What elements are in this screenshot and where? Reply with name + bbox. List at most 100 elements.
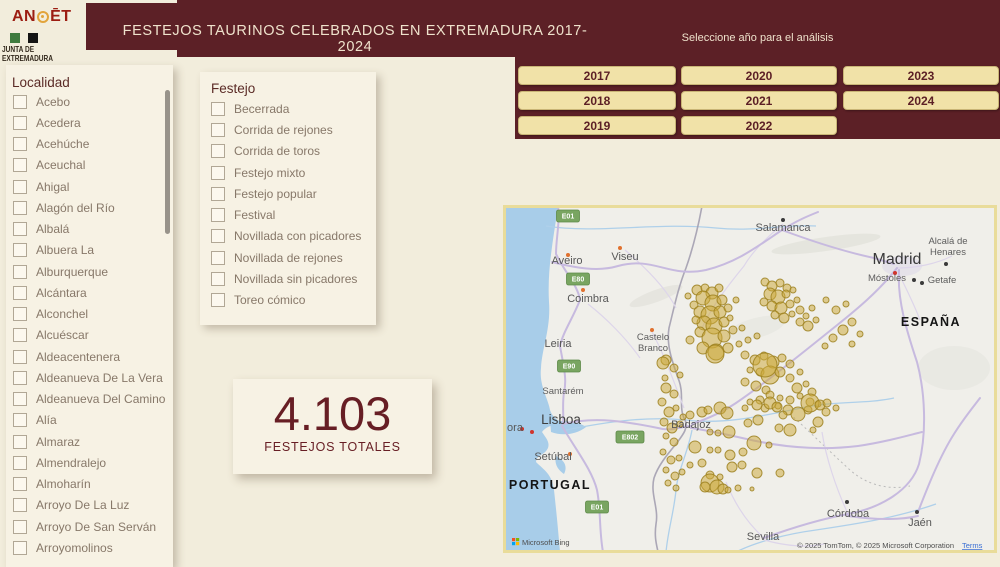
map-bubble[interactable]: [794, 297, 800, 303]
map-bubble[interactable]: [689, 441, 701, 453]
map-bubble[interactable]: [790, 287, 796, 293]
checkbox-icon[interactable]: [13, 541, 27, 555]
map-bubble[interactable]: [776, 469, 784, 477]
map-bubble[interactable]: [718, 330, 730, 342]
localidad-option[interactable]: Alcuéscar: [6, 325, 173, 346]
checkbox-icon[interactable]: [13, 201, 27, 215]
map-bubble[interactable]: [776, 279, 784, 287]
checkbox-icon[interactable]: [13, 95, 27, 109]
map-bubble[interactable]: [753, 353, 777, 377]
map-bubble[interactable]: [739, 448, 747, 456]
year-button-2024[interactable]: 2024: [843, 91, 999, 110]
festejo-option[interactable]: Festejo mixto: [200, 162, 376, 183]
map-bubble[interactable]: [744, 419, 752, 427]
map-bubble[interactable]: [823, 399, 831, 407]
map-bubble[interactable]: [707, 447, 713, 453]
map-bubble[interactable]: [686, 336, 694, 344]
map-bubble[interactable]: [789, 311, 795, 317]
map-bubble[interactable]: [843, 301, 849, 307]
localidad-option[interactable]: Acebo: [6, 91, 173, 112]
map-bubble[interactable]: [725, 487, 731, 493]
map[interactable]: E01E80E90E802E01 AveiroViseuCoimbraLeiri…: [503, 205, 997, 553]
festejo-option[interactable]: Toreo cómico: [200, 290, 376, 311]
map-bubble[interactable]: [706, 345, 724, 363]
localidad-option[interactable]: Aceuchal: [6, 155, 173, 176]
map-bubble[interactable]: [754, 333, 760, 339]
checkbox-icon[interactable]: [13, 435, 27, 449]
map-bubble[interactable]: [725, 450, 735, 460]
localidad-option[interactable]: Arroyomolinos: [6, 537, 173, 558]
festejo-option[interactable]: Novillada con picadores: [200, 226, 376, 247]
map-bubble[interactable]: [715, 430, 721, 436]
map-bubble[interactable]: [766, 442, 772, 448]
map-bubble[interactable]: [823, 297, 829, 303]
checkbox-icon[interactable]: [13, 477, 27, 491]
map-bubble[interactable]: [700, 482, 710, 492]
checkbox-icon[interactable]: [13, 413, 27, 427]
map-bubble[interactable]: [838, 325, 848, 335]
year-button-2021[interactable]: 2021: [681, 91, 837, 110]
map-bubble[interactable]: [715, 284, 723, 292]
map-bubble[interactable]: [739, 325, 745, 331]
map-bubble[interactable]: [717, 295, 727, 305]
map-bubble[interactable]: [803, 381, 809, 387]
checkbox-icon[interactable]: [211, 229, 225, 243]
checkbox-icon[interactable]: [211, 251, 225, 265]
map-bubble[interactable]: [809, 305, 815, 311]
checkbox-icon[interactable]: [13, 222, 27, 236]
checkbox-icon[interactable]: [211, 208, 225, 222]
map-bubble[interactable]: [796, 306, 804, 314]
map-bubble[interactable]: [698, 459, 706, 467]
localidad-option[interactable]: Alcántara: [6, 282, 173, 303]
map-bubble[interactable]: [727, 462, 737, 472]
checkbox-icon[interactable]: [211, 272, 225, 286]
map-bubble[interactable]: [849, 341, 855, 347]
map-bubble[interactable]: [813, 317, 819, 323]
checkbox-icon[interactable]: [13, 180, 27, 194]
map-bubble[interactable]: [735, 485, 741, 491]
map-bubble[interactable]: [729, 326, 737, 334]
map-bubble[interactable]: [753, 415, 763, 425]
checkbox-icon[interactable]: [13, 286, 27, 300]
localidad-option[interactable]: Alburquerque: [6, 261, 173, 282]
localidad-scrollbar[interactable]: [165, 90, 170, 234]
map-bubble[interactable]: [721, 407, 733, 419]
map-bubble[interactable]: [670, 364, 678, 372]
map-bubble[interactable]: [747, 436, 761, 450]
checkbox-icon[interactable]: [211, 102, 225, 116]
map-bubble[interactable]: [741, 378, 749, 386]
map-bubble[interactable]: [848, 318, 856, 326]
map-bubble[interactable]: [738, 461, 746, 469]
checkbox-icon[interactable]: [13, 116, 27, 130]
map-bubble[interactable]: [786, 360, 794, 368]
map-bubble[interactable]: [670, 390, 678, 398]
localidad-option[interactable]: Alagón del Río: [6, 197, 173, 218]
map-bubble[interactable]: [786, 300, 794, 308]
localidad-option[interactable]: Aldeanueva De La Vera: [6, 367, 173, 388]
localidad-option[interactable]: Alía: [6, 410, 173, 431]
map-bubble[interactable]: [686, 411, 694, 419]
checkbox-icon[interactable]: [211, 293, 225, 307]
localidad-option[interactable]: Aldeacentenera: [6, 346, 173, 367]
map-bubble[interactable]: [829, 334, 837, 342]
year-button-2017[interactable]: 2017: [518, 66, 676, 85]
map-bubble[interactable]: [736, 341, 742, 347]
map-bubble[interactable]: [662, 375, 668, 381]
map-bubble[interactable]: [778, 354, 786, 362]
festejo-option[interactable]: Corrida de toros: [200, 141, 376, 162]
checkbox-icon[interactable]: [211, 187, 225, 201]
map-bubble[interactable]: [692, 316, 700, 324]
localidad-option[interactable]: Arroyo De La Luz: [6, 495, 173, 516]
map-bubble[interactable]: [665, 480, 671, 486]
localidad-option[interactable]: Almaraz: [6, 431, 173, 452]
checkbox-icon[interactable]: [211, 166, 225, 180]
map-bubble[interactable]: [752, 400, 762, 410]
map-bubble[interactable]: [813, 417, 823, 427]
year-button-2020[interactable]: 2020: [681, 66, 837, 85]
map-bubble[interactable]: [857, 331, 863, 337]
localidad-option[interactable]: Aldeanueva Del Camino: [6, 389, 173, 410]
map-bubble[interactable]: [803, 313, 809, 319]
map-bubble[interactable]: [775, 424, 783, 432]
map-bubble[interactable]: [679, 469, 685, 475]
map-bubble[interactable]: [747, 367, 753, 373]
